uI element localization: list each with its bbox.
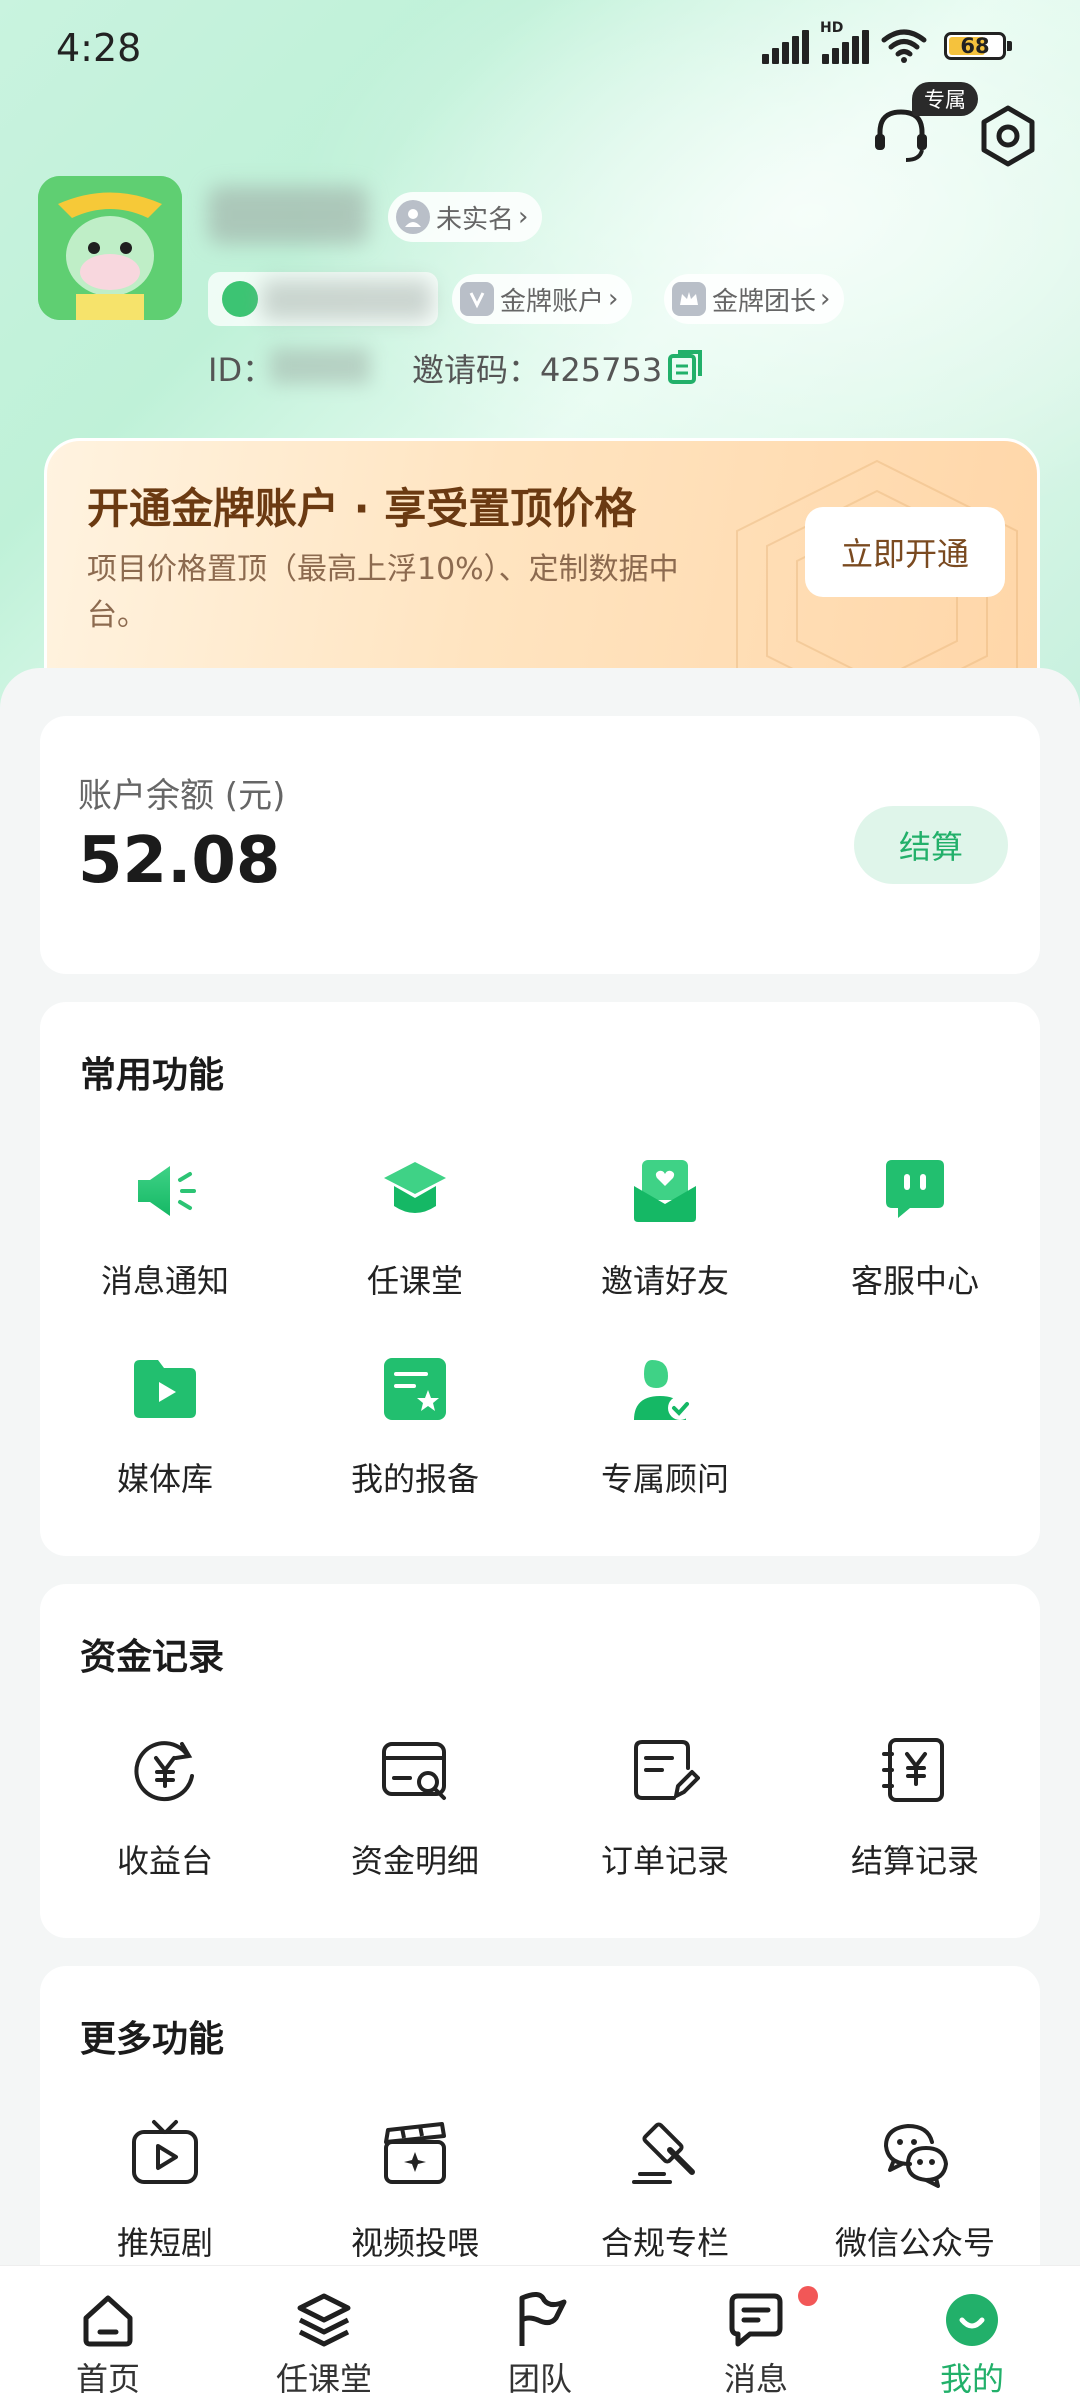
user-id-blurred [270,348,370,384]
banner-title: 开通金牌账户 · 享受置顶价格 [87,484,637,533]
grid-item-label: 微信公众号 [834,2224,995,2262]
star-doc-icon [384,1358,446,1420]
tab-profile[interactable]: 我的 [864,2266,1080,2401]
home-icon [83,2295,133,2347]
profile-icon [946,2294,998,2346]
grid-item-label: 我的报备 [350,1460,479,1498]
invite-envelope-icon [634,1160,696,1222]
banner-subtitle: 项目价格置顶（最高上浮10%）、定制数据中台。 [87,552,679,633]
bottom-tab-bar: 首页 任课堂 团队 消息 我的 [0,2265,1080,2401]
tab-home[interactable]: 首页 [0,2266,216,2401]
balance-card: 账户余额 (元) 52.08 结算 [40,716,1040,974]
message-icon [729,2293,783,2347]
gold-leader-badge[interactable]: 金牌团长 › [664,274,845,324]
invite-code-label: 邀请码： [412,351,541,389]
wifi-icon [881,29,927,63]
grid-item-label: 收益台 [116,1842,213,1880]
section-title: 常用功能 [80,1055,225,1096]
section-title: 资金记录 [80,1637,225,1678]
content-sheet: 账户余额 (元) 52.08 结算 常用功能 消息通知 任课堂 邀请好友 客服中… [0,668,1080,2366]
flag-icon [519,2292,567,2346]
user-id-label: ID： [208,351,275,389]
status-bar: 4:28 HD 68 [0,20,1080,74]
yuan-receipt-icon [882,1738,944,1802]
realname-badge[interactable]: 未实名 › [388,192,543,242]
balance-value: 52.08 [78,824,281,898]
grid-item-label: 订单记录 [600,1842,729,1880]
avatar[interactable] [38,176,182,320]
gold-leader-label: 金牌团长 [712,286,817,317]
signal-icon-2 [822,30,870,64]
tab-team[interactable]: 团队 [432,2266,648,2401]
grid-item-label: 结算记录 [850,1842,979,1880]
tv-play-icon [132,2120,198,2184]
yuan-refresh-icon [134,1741,194,1802]
exclusive-tag: 专属 [912,82,978,116]
username-blurred [208,186,368,244]
realname-label: 未实名 [436,204,515,235]
tab-label: 任课堂 [275,2360,372,2398]
section-title: 更多功能 [80,2019,225,2060]
tab-course[interactable]: 任课堂 [216,2266,432,2401]
top-actions: 专属 [0,82,1080,182]
mascot-icon [38,176,182,320]
common-functions-card: 常用功能 消息通知 任课堂 邀请好友 客服中心 媒体库 我的报备 专属顾问 [40,1002,1040,1556]
invite-code-row: 邀请码：425753 [412,345,662,391]
user-icon [396,200,430,234]
megaphone-icon [138,1166,196,1216]
invite-code-value: 425753 [540,351,663,389]
open-now-button[interactable]: 立即开通 [805,507,1005,597]
tab-label: 消息 [723,2360,788,2398]
card-search-icon [382,1742,446,1800]
v-badge-icon [460,282,494,316]
status-time: 4:28 [56,26,142,70]
chevron-right-icon: › [820,284,831,314]
chevron-right-icon: › [608,284,619,314]
tab-messages[interactable]: 消息 [648,2266,864,2401]
battery-icon: 68 [944,32,1012,60]
unread-dot [798,2286,818,2306]
signal-icon [762,30,810,64]
gold-account-badge[interactable]: 金牌账户 › [452,274,633,324]
grid-item-label: 任课堂 [366,1262,463,1300]
settle-button[interactable]: 结算 [854,806,1008,884]
fund-records-card: 资金记录 收益台 资金明细 订单记录 结算记录 [40,1584,1040,1938]
chat-bubble-icon [886,1160,944,1218]
grid-item-label: 媒体库 [116,1460,213,1498]
folder-play-icon [134,1360,196,1418]
grid-item-label: 资金明细 [350,1842,479,1880]
grid-item-label: 消息通知 [100,1262,229,1300]
crown-icon [672,282,706,316]
copy-icon[interactable] [666,346,706,386]
tab-label: 我的 [939,2360,1004,2398]
tab-label: 团队 [507,2360,572,2398]
phone-blurred [262,280,432,320]
gavel-icon [632,2122,695,2184]
grid-item-label: 专属顾问 [600,1460,729,1498]
settings-icon[interactable] [976,104,1040,168]
wechat-icon [883,2123,948,2188]
chevron-right-icon: › [518,202,529,232]
cube-icon [297,2293,351,2347]
grid-item-label: 视频投喂 [350,2224,479,2262]
order-edit-icon [634,1740,700,1800]
grid-item-label: 客服中心 [850,1262,979,1300]
tab-label: 首页 [75,2360,140,2398]
grid-item-label: 合规专栏 [600,2224,729,2262]
clapperboard-icon [384,2122,446,2184]
graduation-cap-icon [384,1162,446,1213]
grid-item-label: 邀请好友 [600,1262,729,1300]
gold-account-label: 金牌账户 [500,286,605,317]
balance-label: 账户余额 (元) [78,776,286,816]
phone-icon [222,281,258,317]
advisor-icon [634,1360,692,1420]
grid-item-label: 推短剧 [116,2224,213,2262]
